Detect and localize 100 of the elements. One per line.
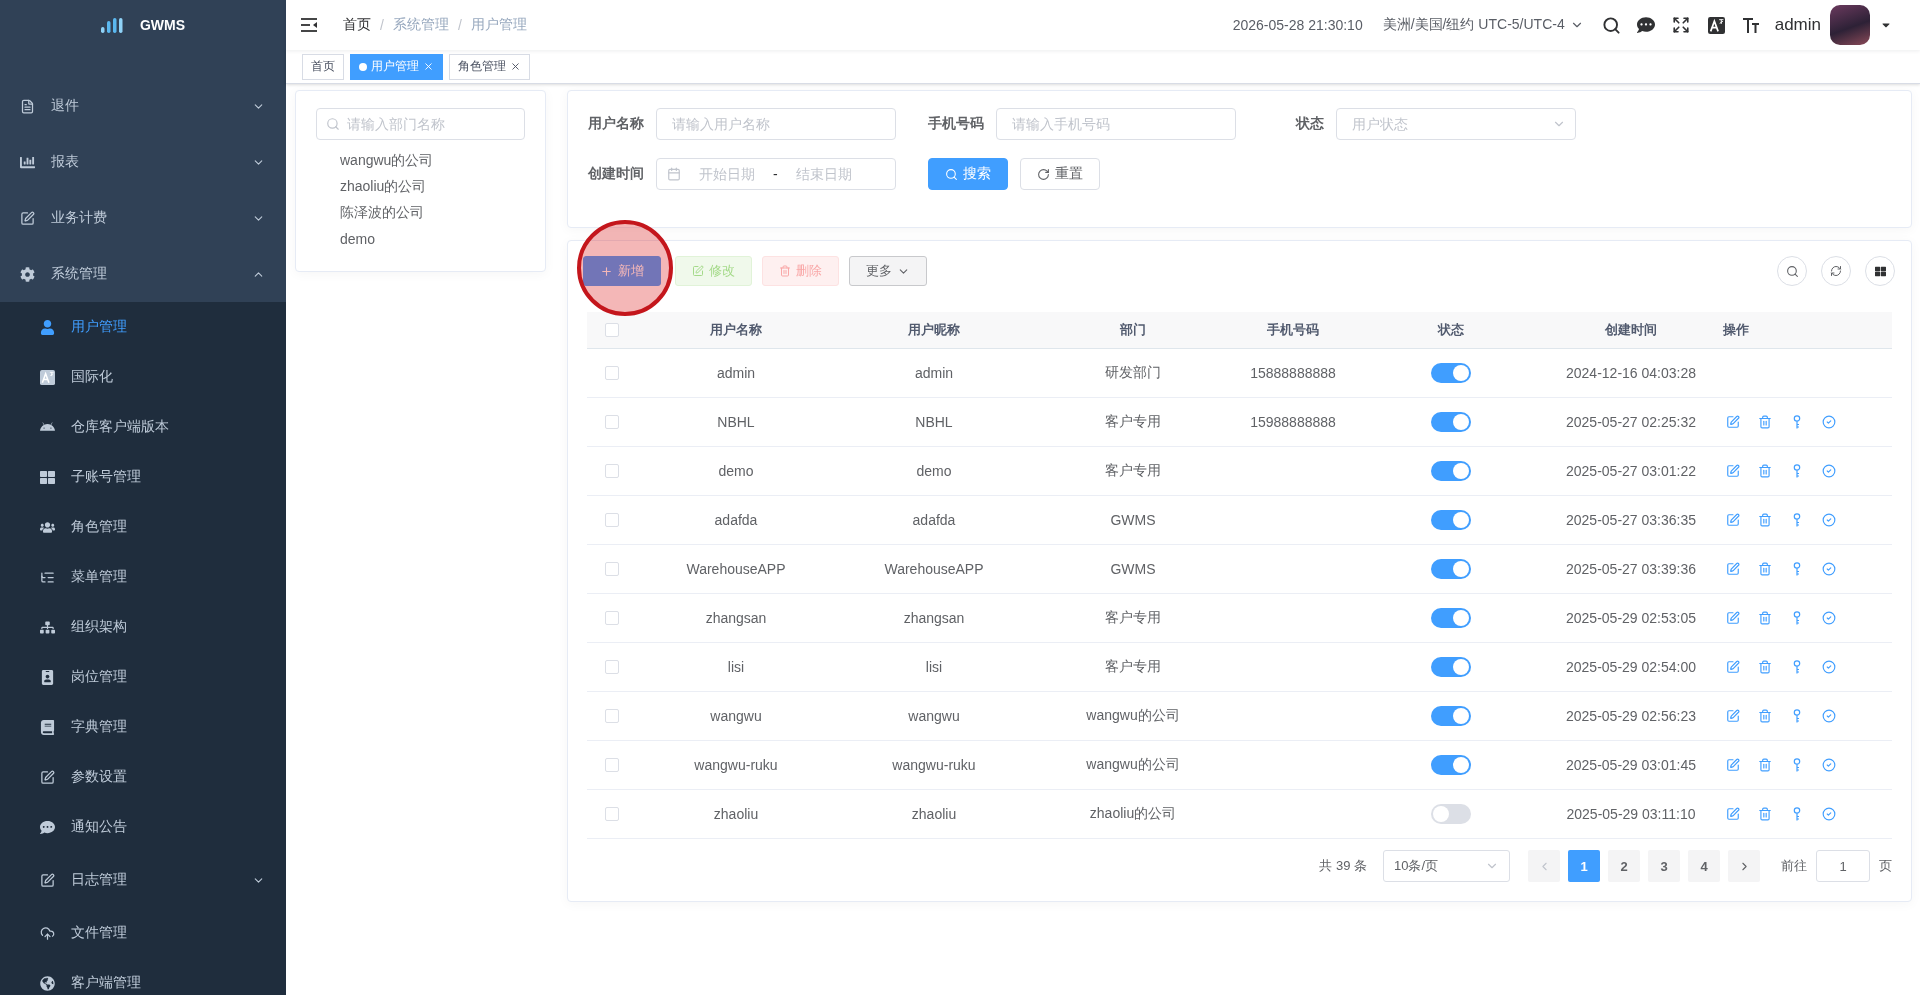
tree-node[interactable]: demo <box>316 226 525 252</box>
trash-icon[interactable] <box>1758 660 1772 674</box>
timezone-select[interactable]: 美洲/美国/纽约 UTC-5/UTC-4 <box>1382 16 1584 34</box>
toggle-switch[interactable] <box>1431 461 1471 481</box>
check-circle-icon[interactable] <box>1822 709 1836 723</box>
toggle-switch[interactable] <box>1431 412 1471 432</box>
edit-icon[interactable] <box>1726 611 1740 625</box>
toggle-switch[interactable] <box>1431 510 1471 530</box>
checkbox[interactable] <box>605 464 619 478</box>
date-range-field[interactable]: 开始日期 - 结束日期 <box>656 158 896 190</box>
page-button[interactable]: 4 <box>1688 850 1720 882</box>
sidebar-menu-item[interactable]: 日志管理 <box>0 852 286 908</box>
close-icon[interactable] <box>510 61 521 72</box>
edit-icon[interactable] <box>1726 562 1740 576</box>
check-circle-icon[interactable] <box>1822 562 1836 576</box>
user-name: adafda <box>714 512 758 528</box>
trash-icon[interactable] <box>1758 513 1772 527</box>
end-date-input[interactable]: 结束日期 <box>783 166 864 182</box>
user-name: wangwu <box>710 708 762 724</box>
page-number-input[interactable]: 1 <box>1816 850 1870 882</box>
checkbox[interactable] <box>605 366 619 380</box>
tree-node[interactable]: zhaoliu的公司 <box>316 174 525 200</box>
trash-icon[interactable] <box>1758 611 1772 625</box>
sidebar-menu-item[interactable]: 业务计费 <box>0 190 286 246</box>
check-circle-icon[interactable] <box>1822 513 1836 527</box>
sidebar-menu-item[interactable]: 组织架构 <box>0 602 286 652</box>
page-tab[interactable]: 首页 <box>302 53 344 80</box>
sidebar-menu-item[interactable]: 国际化 <box>0 352 286 402</box>
sidebar-menu-item[interactable]: 字典管理 <box>0 702 286 752</box>
checkbox[interactable] <box>605 807 619 821</box>
sidebar-menu-item[interactable]: 用户管理 <box>0 302 286 352</box>
search-toggle-button[interactable] <box>1777 256 1807 286</box>
page-tab[interactable]: 角色管理 <box>449 53 530 80</box>
sidebar-menu-item[interactable]: 子账号管理 <box>0 452 286 502</box>
created-time: 2025-05-27 03:36:35 <box>1566 512 1696 528</box>
check-circle-icon[interactable] <box>1822 807 1836 821</box>
checkbox[interactable] <box>605 323 619 337</box>
toggle-switch[interactable] <box>1431 363 1471 383</box>
sidebar-menu-item[interactable]: 通知公告 <box>0 802 286 852</box>
toggle-switch[interactable] <box>1431 706 1471 726</box>
tree-node[interactable]: 陈泽波的公司 <box>316 200 525 226</box>
check-circle-icon[interactable] <box>1822 758 1836 772</box>
breadcrumb-link[interactable]: 首页 <box>343 16 371 34</box>
sidebar-menu-item[interactable]: 文件管理 <box>0 908 286 958</box>
check-circle-icon[interactable] <box>1822 464 1836 478</box>
page-button[interactable]: 2 <box>1608 850 1640 882</box>
page-button[interactable]: 3 <box>1648 850 1680 882</box>
sidebar-menu-item[interactable]: 系统管理 <box>0 246 286 302</box>
sidebar-menu-item[interactable]: 岗位管理 <box>0 652 286 702</box>
text-input-field[interactable]: 请输入用户名称 <box>656 108 896 140</box>
checkbox[interactable] <box>605 562 619 576</box>
edit-icon[interactable] <box>1726 415 1740 429</box>
reset-button[interactable]: 重置 <box>1020 158 1100 190</box>
menu-icon[interactable] <box>301 18 317 32</box>
check-circle-icon[interactable] <box>1822 611 1836 625</box>
checkbox[interactable] <box>605 660 619 674</box>
toggle-switch[interactable] <box>1431 559 1471 579</box>
start-date-input[interactable]: 开始日期 <box>687 166 767 182</box>
tree-node[interactable]: wangwu的公司 <box>316 148 525 174</box>
department-name: 研发部门 <box>1105 364 1161 382</box>
nick-name: lisi <box>925 659 943 675</box>
sidebar-menu-item[interactable]: 退件 <box>0 78 286 134</box>
trash-icon[interactable] <box>1758 562 1772 576</box>
checkbox[interactable] <box>605 611 619 625</box>
search-icon <box>326 117 340 131</box>
edit-icon[interactable] <box>1726 758 1740 772</box>
columns-button[interactable] <box>1865 256 1895 286</box>
trash-icon[interactable] <box>1758 807 1772 821</box>
check-circle-icon[interactable] <box>1822 660 1836 674</box>
sidebar-menu-item[interactable]: 参数设置 <box>0 752 286 802</box>
sidebar-menu-item[interactable]: 客户端管理 <box>0 958 286 995</box>
sidebar-menu-item[interactable]: 菜单管理 <box>0 552 286 602</box>
edit-icon[interactable] <box>1726 807 1740 821</box>
trash-icon[interactable] <box>1758 415 1772 429</box>
avatar-placeholder[interactable] <box>1830 5 1870 45</box>
refresh-button[interactable] <box>1821 256 1851 286</box>
edit-icon[interactable] <box>1726 513 1740 527</box>
edit-icon[interactable] <box>1726 709 1740 723</box>
sidebar-menu-item[interactable]: 角色管理 <box>0 502 286 552</box>
sidebar-menu-item[interactable]: 报表 <box>0 134 286 190</box>
text-input-field[interactable]: 请输入手机号码 <box>996 108 1236 140</box>
sidebar-menu-item[interactable]: 仓库客户端版本 <box>0 402 286 452</box>
toggle-switch[interactable] <box>1431 804 1471 824</box>
trash-icon[interactable] <box>1758 464 1772 478</box>
toggle-switch[interactable] <box>1431 657 1471 677</box>
trash-icon[interactable] <box>1758 758 1772 772</box>
toggle-switch[interactable] <box>1431 608 1471 628</box>
more-button[interactable]: 更多 <box>849 256 927 286</box>
check-circle-icon[interactable] <box>1822 415 1836 429</box>
toggle-switch[interactable] <box>1431 755 1471 775</box>
department-search-field[interactable]: 请输入部门名称 <box>316 108 525 140</box>
edit-icon[interactable] <box>1726 464 1740 478</box>
edit-icon[interactable] <box>1726 660 1740 674</box>
checkbox[interactable] <box>605 758 619 772</box>
checkbox[interactable] <box>605 709 619 723</box>
select-field[interactable]: 用户状态 <box>1336 108 1576 140</box>
page-size-select[interactable]: 10条/页 <box>1383 850 1510 882</box>
trash-icon[interactable] <box>1758 709 1772 723</box>
checkbox[interactable] <box>605 513 619 527</box>
checkbox[interactable] <box>605 415 619 429</box>
